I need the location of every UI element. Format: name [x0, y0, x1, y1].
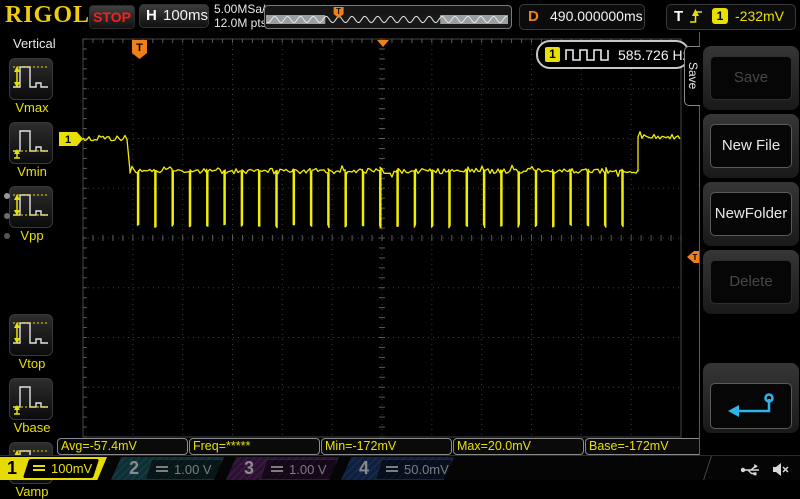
memory-waveform-icon: T [266, 7, 508, 25]
usb-icon [740, 463, 759, 475]
delay-label: D [528, 8, 539, 25]
measurement-bar: Avg=-57.4mV Freq=***** Min=-172mV Max=20… [57, 438, 716, 455]
measure-item-label: Vmax [15, 100, 49, 115]
trigger-delay[interactable]: D 490.000000ms [519, 4, 645, 30]
save-button[interactable]: Save [710, 56, 792, 100]
new-file-button[interactable]: New File [710, 124, 792, 168]
softkey-group: NewFolder [703, 182, 799, 246]
measure-item-label: Vpp [20, 228, 44, 243]
horizontal-label: H [146, 7, 157, 24]
counter-value: 585.726 Hz [618, 46, 690, 63]
vmax-icon [9, 58, 53, 100]
channel-1-tab[interactable]: 1 100mV [0, 457, 107, 480]
status-icons [740, 462, 790, 477]
measurement-min: Min=-172mV [321, 438, 452, 455]
channel-number: 4 [359, 458, 370, 478]
channel-scale: 50.0mV [404, 462, 449, 477]
status-divider [703, 456, 712, 480]
softkey-group: Delete [703, 250, 799, 314]
waveform-trace [82, 131, 681, 229]
svg-text:T: T [336, 7, 341, 16]
delay-value: 490.000000ms [550, 8, 643, 24]
measure-item-vpp[interactable]: Vpp [9, 186, 55, 243]
channel-number: 2 [129, 458, 140, 478]
vbase-icon [9, 378, 53, 420]
acquisition-info: 5.00MSa/s 12.0M pts [214, 2, 271, 30]
channel-scale: 1.00 V [174, 462, 212, 477]
channel-number: 1 [7, 458, 18, 478]
dc-coupling-icon [156, 466, 168, 473]
ch1-ground-marker: 1 [59, 132, 83, 146]
trigger-position-flag: T [132, 40, 147, 59]
channel-scale-box: 100mV [22, 459, 100, 478]
dc-coupling-icon [386, 466, 398, 473]
back-button[interactable] [710, 383, 792, 429]
softkey-group: Save [703, 46, 799, 110]
trigger-info[interactable]: T 1 -232mV [666, 4, 796, 30]
dc-coupling-icon [271, 466, 283, 473]
rising-edge-icon [690, 9, 702, 23]
measurement-base: Base=-172mV [585, 438, 716, 455]
trigger-level-marker: T [687, 251, 699, 263]
measure-item-label: Vbase [13, 420, 51, 435]
trigger-level-value: -232mV [735, 8, 785, 24]
measurement-max: Max=20.0mV [453, 438, 584, 455]
trigger-label: T [674, 8, 684, 25]
channel-number: 3 [244, 458, 255, 478]
memory-depth: 12.0M pts [214, 16, 267, 30]
measure-menu: Vertical Vmax Vmin Vpp Vtop Vbase Vamp [0, 32, 57, 499]
new-folder-button[interactable]: NewFolder [710, 192, 792, 236]
return-arrow-icon [728, 393, 774, 417]
channel-3-tab[interactable]: 3 1.00 V [226, 457, 339, 480]
frequency-counter: 1 585.726 Hz [536, 40, 690, 69]
graticule-border [82, 38, 682, 438]
vtop-icon [9, 314, 53, 356]
measure-item-vtop[interactable]: Vtop [9, 314, 55, 371]
measure-menu-title: Vertical [13, 36, 56, 51]
dc-coupling-icon [33, 465, 45, 472]
memory-position-bar[interactable]: T [264, 5, 512, 29]
vpp-icon [9, 186, 53, 228]
vmin-icon [9, 122, 53, 164]
svg-text:T: T [693, 253, 698, 262]
oscilloscope-screen: { "header": { "logo": "RIGOL", "run_stat… [0, 0, 800, 499]
measurement-freq: Freq=***** [189, 438, 320, 455]
channel-scale: 1.00 V [289, 462, 327, 477]
svg-text:T: T [136, 42, 143, 54]
measurement-avg: Avg=-57.4mV [57, 438, 188, 455]
measure-item-vmin[interactable]: Vmin [9, 122, 55, 179]
square-wave-icon [565, 48, 609, 61]
channel-scale-box: 1.00 V [259, 459, 339, 480]
horizontal-timebase[interactable]: H 100ms [139, 4, 209, 28]
horizontal-center-marker [377, 40, 389, 47]
sample-rate: 5.00MSa/s [214, 2, 272, 16]
counter-channel-badge: 1 [545, 47, 560, 62]
measure-item-label: Vtop [18, 356, 46, 371]
channel-bar: 1 100mV 2 1.00 V 3 1.00 V 4 50.0mV [0, 455, 800, 480]
softkey-menu: Save Save New File NewFolder Delete [684, 32, 800, 455]
channel-2-tab[interactable]: 2 1.00 V [111, 457, 224, 480]
trigger-source-badge: 1 [712, 8, 728, 24]
softkey-group [703, 363, 799, 433]
timebase-value: 100ms [163, 7, 209, 24]
svg-text:1: 1 [65, 134, 71, 146]
measure-item-vbase[interactable]: Vbase [9, 378, 55, 435]
channel-scale-box: 50.0mV [374, 459, 454, 480]
measure-item-vmax[interactable]: Vmax [9, 58, 55, 115]
channel-4-tab[interactable]: 4 50.0mV [341, 457, 454, 480]
measure-item-label: Vamp [15, 484, 49, 499]
channel-scale: 100mV [51, 461, 93, 476]
channel-scale-box: 1.00 V [144, 459, 224, 480]
sound-muted-icon [773, 463, 789, 476]
measure-item-label: Vmin [17, 164, 47, 179]
softkey-group: New File [703, 114, 799, 178]
run-stop-status[interactable]: STOP [88, 4, 136, 30]
delete-button[interactable]: Delete [710, 260, 792, 304]
brand-logo: RIGOL [5, 2, 91, 28]
waveform-display: T 1 T [59, 38, 699, 438]
top-bar: RIGOL STOP H 100ms 5.00MSa/s 12.0M pts T… [0, 0, 800, 32]
menu-tab-save: Save [684, 46, 700, 106]
